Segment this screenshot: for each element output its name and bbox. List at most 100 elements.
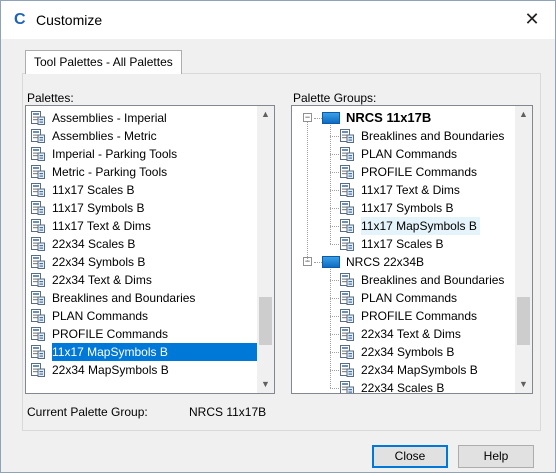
palette-item-label: 11x17 Text & Dims bbox=[52, 219, 151, 233]
palettes-scroll-thumb[interactable] bbox=[259, 297, 272, 346]
palette-group-child-item[interactable]: 11x17 Symbols B bbox=[339, 199, 511, 217]
palette-list-item[interactable]: 11x17 Text & Dims bbox=[30, 217, 255, 235]
chevron-down-icon[interactable]: ▼ bbox=[257, 376, 274, 393]
close-window-button[interactable]: ✕ bbox=[519, 7, 545, 31]
palette-item-label: Imperial - Parking Tools bbox=[52, 147, 178, 161]
palette-group-child-label: PLAN Commands bbox=[361, 147, 458, 161]
chevron-up-icon[interactable]: ▲ bbox=[515, 106, 532, 123]
palette-list-item[interactable]: Assemblies - Imperial bbox=[30, 109, 255, 127]
palette-icon bbox=[30, 164, 46, 180]
palette-group-child-item[interactable]: Breaklines and Boundaries bbox=[339, 127, 511, 145]
tree-connector bbox=[330, 125, 331, 244]
help-button[interactable]: Help bbox=[458, 445, 534, 468]
palette-group-child-label: 22x34 Symbols B bbox=[361, 345, 455, 359]
palette-groups-tree[interactable]: − NRCS 11x17B Breaklines and Boundaries PLA… bbox=[291, 105, 533, 394]
tab-all-palettes[interactable]: Tool Palettes - All Palettes bbox=[25, 50, 182, 74]
palette-icon bbox=[339, 326, 355, 342]
palette-group-child-item[interactable]: 22x34 MapSymbols B bbox=[339, 361, 511, 379]
palette-icon bbox=[30, 326, 46, 342]
palette-group-child-item[interactable]: PLAN Commands bbox=[339, 289, 511, 307]
palette-icon bbox=[30, 200, 46, 216]
palette-group-child-item[interactable]: PROFILE Commands bbox=[339, 307, 511, 325]
tree-connector bbox=[307, 122, 308, 261]
palette-icon bbox=[339, 218, 355, 234]
palette-item-label: 11x17 Symbols B bbox=[52, 201, 145, 215]
palette-item-label: 22x34 Scales B bbox=[52, 237, 136, 251]
current-palette-group-label: Current Palette Group: bbox=[27, 405, 148, 419]
palette-list-item[interactable]: Breaklines and Boundaries bbox=[30, 289, 255, 307]
palette-groups-scroll-thumb[interactable] bbox=[517, 297, 530, 346]
window-title: Customize bbox=[36, 12, 103, 28]
tree-connector bbox=[330, 316, 339, 317]
palette-item-label: 11x17 MapSymbols B bbox=[52, 343, 259, 361]
palette-icon bbox=[339, 308, 355, 324]
palette-group-item[interactable]: NRCS 11x17B bbox=[320, 109, 510, 127]
palette-list-item[interactable]: 22x34 Scales B bbox=[30, 235, 255, 253]
palette-group-child-label: 11x17 Text & Dims bbox=[361, 183, 460, 197]
palette-list-item[interactable]: 22x34 Symbols B bbox=[30, 253, 255, 271]
palette-list-item[interactable]: 22x34 MapSymbols B bbox=[30, 361, 255, 379]
palette-group-child-label: 11x17 MapSymbols B bbox=[361, 217, 480, 235]
palette-group-child-label: PROFILE Commands bbox=[361, 165, 478, 179]
palette-group-item[interactable]: NRCS 22x34B bbox=[320, 253, 510, 271]
palette-group-label: NRCS 22x34B bbox=[346, 255, 425, 269]
palette-icon bbox=[339, 128, 355, 144]
palette-group-child-item[interactable]: 11x17 Text & Dims bbox=[339, 181, 511, 199]
palette-group-child-item[interactable]: PLAN Commands bbox=[339, 145, 511, 163]
palette-item-label: Breaklines and Boundaries bbox=[52, 291, 196, 305]
palette-list-item[interactable]: 11x17 Scales B bbox=[30, 181, 255, 199]
palette-group-child-label: 22x34 Scales B bbox=[361, 381, 445, 394]
palette-icon bbox=[339, 362, 355, 378]
palette-item-label: Metric - Parking Tools bbox=[52, 165, 168, 179]
palette-group-child-label: 22x34 Text & Dims bbox=[361, 327, 461, 341]
palette-group-child-item[interactable]: PROFILE Commands bbox=[339, 163, 511, 181]
palette-group-child-item[interactable]: 11x17 MapSymbols B bbox=[339, 217, 511, 235]
palette-list-item[interactable]: Assemblies - Metric bbox=[30, 127, 255, 145]
customize-dialog: C Customize ✕ Tool Palettes - All Palett… bbox=[0, 0, 556, 473]
palette-list-item[interactable]: PROFILE Commands bbox=[30, 325, 255, 343]
tree-connector bbox=[330, 370, 339, 371]
autocad-c-icon: C bbox=[14, 11, 26, 28]
chevron-up-icon[interactable]: ▲ bbox=[257, 106, 274, 123]
tree-connector bbox=[330, 298, 339, 299]
close-button[interactable]: Close bbox=[372, 445, 448, 468]
palettes-scrollbar[interactable]: ▲ ▼ bbox=[257, 106, 274, 393]
palette-group-label: NRCS 11x17B bbox=[346, 110, 432, 125]
tree-connector bbox=[330, 136, 339, 137]
palette-groups-label: Palette Groups: bbox=[293, 91, 377, 105]
palette-group-child-label: 11x17 Symbols B bbox=[361, 201, 454, 215]
tree-connector bbox=[330, 269, 331, 388]
palette-group-child-label: Breaklines and Boundaries bbox=[361, 129, 505, 143]
palettes-label: Palettes: bbox=[27, 91, 74, 105]
tree-connector bbox=[330, 208, 339, 209]
palette-group-child-label: Breaklines and Boundaries bbox=[361, 273, 505, 287]
palette-groups-scrollbar[interactable]: ▲ ▼ bbox=[515, 106, 532, 393]
palette-group-child-item[interactable]: 22x34 Text & Dims bbox=[339, 325, 511, 343]
palette-item-label: PROFILE Commands bbox=[52, 327, 169, 341]
palette-icon bbox=[30, 110, 46, 126]
palette-icon bbox=[339, 164, 355, 180]
tree-collapse-toggle[interactable]: − bbox=[303, 113, 312, 122]
palette-list-item[interactable]: 22x34 Text & Dims bbox=[30, 271, 255, 289]
palette-list-item[interactable]: Imperial - Parking Tools bbox=[30, 145, 255, 163]
tree-connector bbox=[330, 154, 339, 155]
palette-group-child-item[interactable]: 22x34 Scales B bbox=[339, 379, 511, 394]
palette-icon bbox=[339, 380, 355, 393]
tree-connector bbox=[330, 280, 339, 281]
palette-item-label: Assemblies - Imperial bbox=[52, 111, 167, 125]
palette-item-label: 22x34 Text & Dims bbox=[52, 273, 152, 287]
palette-group-child-item[interactable]: 11x17 Scales B bbox=[339, 235, 511, 253]
palette-icon bbox=[339, 290, 355, 306]
palette-icon bbox=[30, 272, 46, 288]
palette-icon bbox=[30, 218, 46, 234]
palette-group-child-item[interactable]: 22x34 Symbols B bbox=[339, 343, 511, 361]
palette-item-label: PLAN Commands bbox=[52, 309, 149, 323]
palette-group-icon bbox=[322, 112, 340, 124]
palette-group-child-item[interactable]: Breaklines and Boundaries bbox=[339, 271, 511, 289]
palette-list-item[interactable]: Metric - Parking Tools bbox=[30, 163, 255, 181]
palette-list-item[interactable]: 11x17 MapSymbols B bbox=[30, 343, 259, 361]
palettes-list[interactable]: Assemblies - Imperial Assemblies - Metric… bbox=[25, 105, 275, 394]
palette-list-item[interactable]: PLAN Commands bbox=[30, 307, 255, 325]
palette-list-item[interactable]: 11x17 Symbols B bbox=[30, 199, 255, 217]
chevron-down-icon[interactable]: ▼ bbox=[515, 376, 532, 393]
